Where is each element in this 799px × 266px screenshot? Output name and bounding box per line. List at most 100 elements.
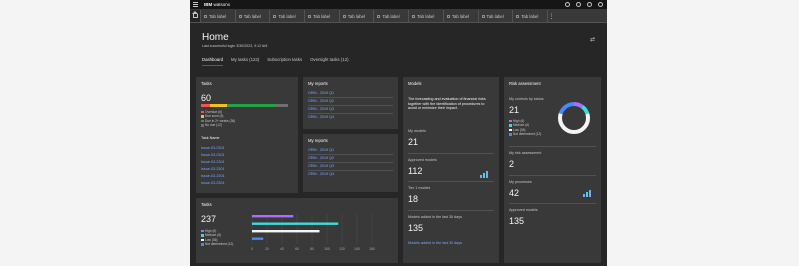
x-tick-label: 0 [251,247,253,251]
my-models-label: My models [408,129,426,133]
page-header: Home Last successful login 3/30/2023, 9:… [190,24,607,72]
notification-icon[interactable] [565,2,570,7]
task-link[interactable]: Issue-03-2301 [201,181,225,185]
report-link[interactable]: ORM - 2019 Q2 [308,156,334,160]
divider [308,162,393,163]
tab-dashboard[interactable]: Dashboard [202,57,224,66]
status-segment [209,104,228,107]
menu-icon[interactable] [190,0,200,10]
divider [408,153,494,154]
models-added-link[interactable]: Models added in the last 30 days [408,241,462,245]
help-icon[interactable] [598,2,603,7]
tab-bar: Tab label Tab label Tab label Tab label … [190,10,607,23]
tab-item[interactable]: Tab label [234,10,270,22]
risk-assessment-tile: Risk assessment My controls by status 21… [504,77,601,263]
tab-item[interactable]: Tab label [269,10,304,22]
overflow-menu-icon[interactable]: ⋮ [546,10,555,22]
report-link[interactable]: ORM - 2019 Q3 [308,107,334,111]
tab-label: Tab label [382,13,400,19]
tab-label: Tab label [347,13,365,19]
task-link[interactable]: Issue-03-2301 [201,167,225,171]
legend-label: Not determined (12) [513,132,542,137]
tab-icon [446,14,450,18]
app-window: IBM watsonx Tab label Tab label Tab labe… [190,0,607,266]
report-link[interactable]: ORM - 2019 Q2 [308,99,334,103]
tasks-total: 237 [201,214,217,224]
divider [308,154,393,155]
legend-swatch [201,124,204,127]
x-tick-label: 60 [295,247,299,251]
tab-icon [481,14,485,18]
divider [408,210,494,211]
task-bar [252,215,294,218]
risk-legend: High (6) Medium (6) Low (36) Not determi… [509,119,541,137]
tab-label: Tab label [486,13,504,19]
top-bar: IBM watsonx [190,0,607,10]
tab-item[interactable]: Tab label [512,10,547,22]
status-segment [227,104,275,107]
tab-my-tasks[interactable]: My tasks (123) [231,57,259,66]
tab-label: Tab label [243,13,261,19]
x-tick-label: 80 [310,247,314,251]
divider [308,113,393,114]
legend-label: No due (12) [205,123,222,128]
reports-tile: My reports ORM - 2019 Q1 ORM - 2019 Q2 O… [303,134,398,192]
customize-icon[interactable]: ⇄ [590,36,595,43]
brand[interactable]: IBM watsonx [204,2,230,7]
legend-swatch [509,128,512,132]
approved-models-value: 112 [408,166,423,176]
report-link[interactable]: ORM - 2019 Q3 [308,164,334,168]
tab-label: Tab label [521,13,539,19]
reports-tile: My reports ORM - 2019 Q1 ORM - 2019 Q2 O… [303,77,398,129]
tasks-status-tile: Tasks 60 Overdue (6) Due soon (6) Due in… [196,77,298,193]
tab-icon [204,14,207,18]
task-link[interactable]: Issue-03-2301 [201,160,225,164]
tab-item[interactable]: Tab label [304,10,339,22]
task-link[interactable]: Issue-03-2301 [201,153,225,157]
x-tick-label: 20 [265,247,269,251]
tab-oversight-tasks[interactable]: Oversight tasks (12) [310,57,348,66]
page-title: Home [202,32,229,43]
tab-icon [273,14,277,18]
task-link[interactable]: Issue-03-2301 [201,146,225,150]
user-icon[interactable] [587,2,592,7]
tab-label: Tab label [451,13,470,19]
report-link[interactable]: ORM - 2019 Q1 [308,91,334,95]
tasks-priority-tile: Tasks 237 High (6) Medium (6) Low (36) N… [196,198,398,263]
legend-swatch [201,110,204,114]
task-bar [252,237,264,240]
tab-icon [342,14,346,18]
tile-title: Tasks [201,202,212,207]
tab-item[interactable]: Tab label [477,10,513,22]
processes-value: 42 [509,188,520,198]
tab-item[interactable]: Tab label [200,10,235,22]
models-added-label: Models added in the last 30 days [408,215,462,219]
report-link[interactable]: ORM - 2019 Q4 [308,172,334,176]
tab-item[interactable]: Tab label [338,10,374,22]
home-tab[interactable] [190,10,200,22]
divider [308,170,393,171]
tab-item[interactable]: Tab label [373,10,408,22]
divider [509,146,596,147]
settings-icon[interactable] [576,2,581,7]
report-link[interactable]: ORM - 2019 Q4 [308,115,334,119]
x-tick-label: 100 [324,247,330,251]
tile-title: Tasks [201,81,212,86]
divider [408,181,494,182]
tab-item[interactable]: Tab label [408,10,443,22]
task-bar [252,230,320,233]
controls-value: 21 [509,105,520,115]
legend-label: Not determined (12) [205,242,234,247]
report-link[interactable]: ORM - 2019 Q1 [308,148,334,152]
task-bar [252,222,339,225]
tab-item[interactable]: Tab label [442,10,478,22]
tab-icon [238,14,242,18]
legend-swatch [201,229,204,233]
status-segment [274,104,288,107]
x-tick-label: 160 [369,247,375,251]
risk-assessment-label: My risk assessment [509,151,542,155]
tasks-count: 60 [201,93,212,103]
task-link[interactable]: Issue-03-2301 [201,174,225,178]
x-tick-label: 40 [280,247,284,251]
tab-subscription-tasks[interactable]: Subscription tasks [267,57,302,66]
